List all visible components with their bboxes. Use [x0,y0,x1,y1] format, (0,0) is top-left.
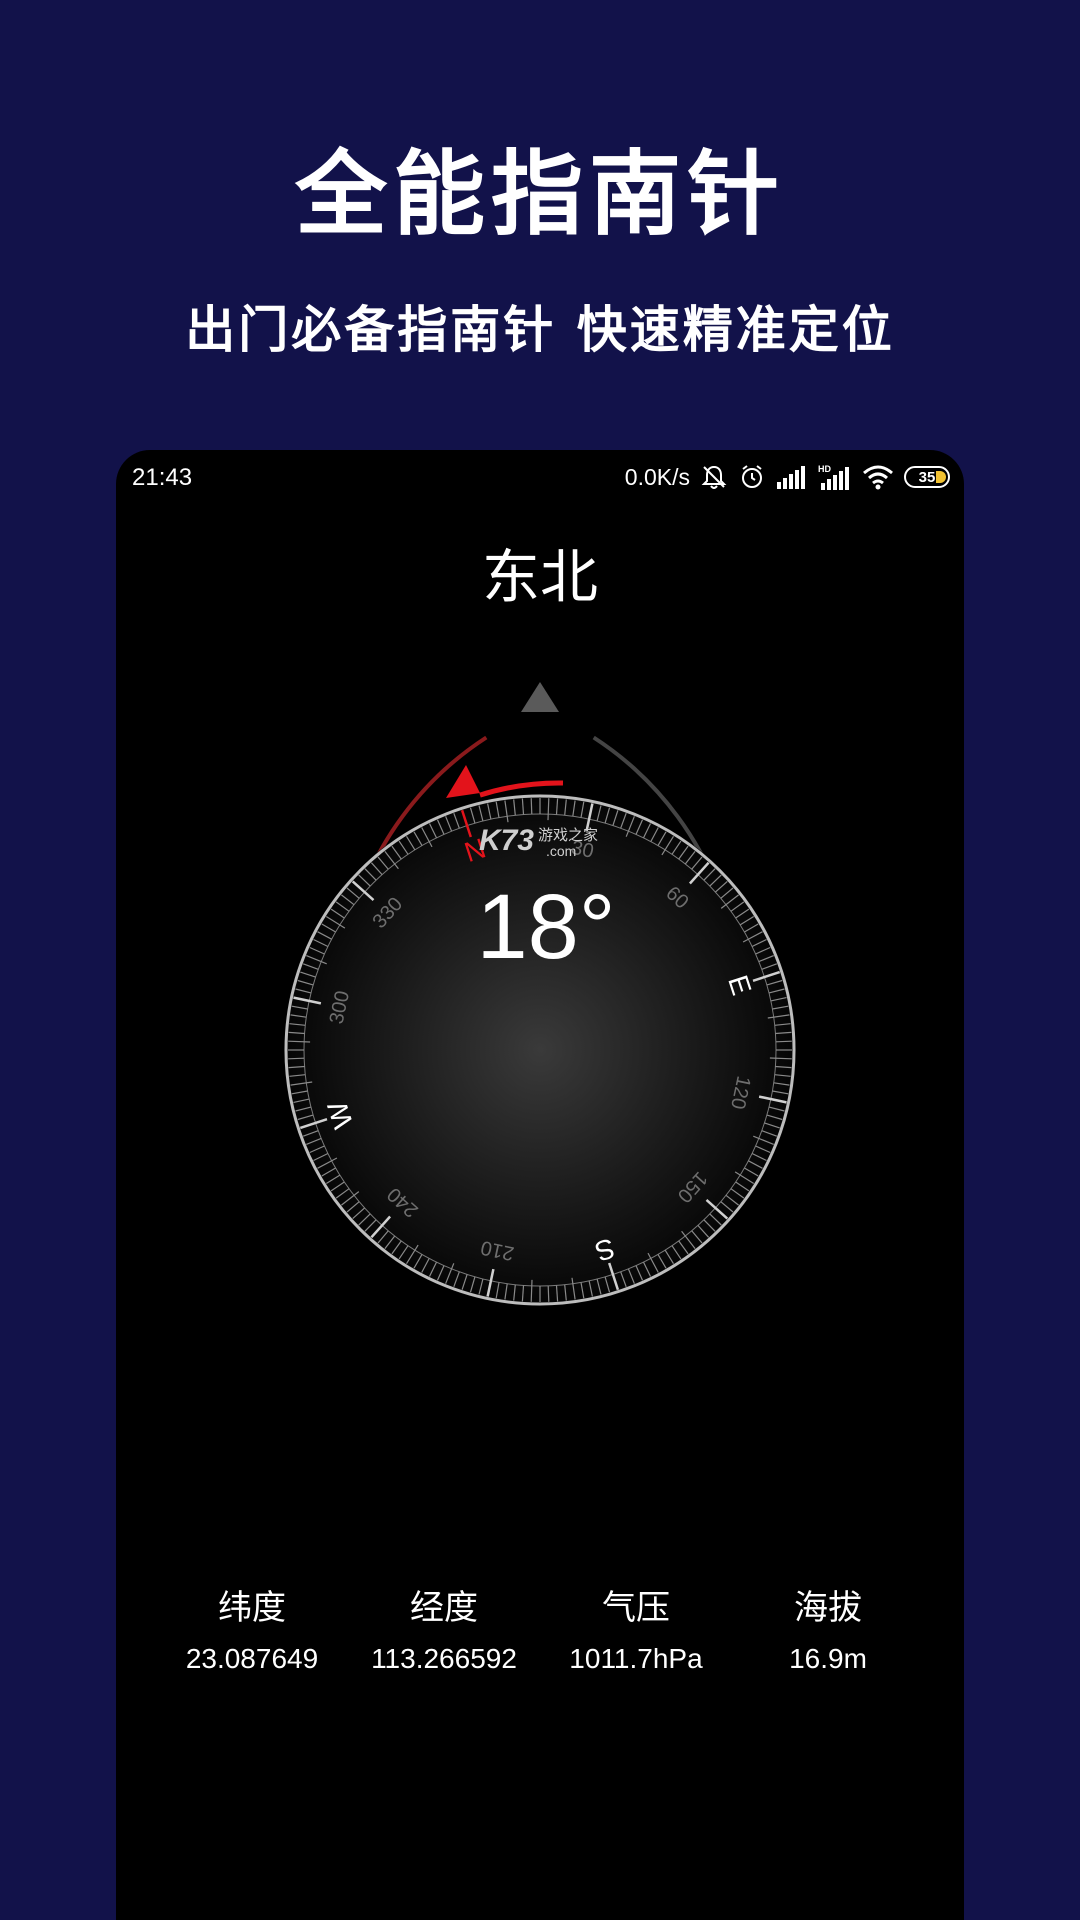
heading-value: 18° [476,876,615,978]
tick-mark [530,1279,533,1302]
tick-mark [769,1057,792,1060]
tick-mark [288,1057,305,1060]
tick-mark [547,1285,550,1302]
altitude-label: 海拔 [794,1588,862,1628]
heading-arc [479,780,564,798]
watermark-domain: .com [546,843,576,859]
stat-longitude: 经度 113.266592 [352,1580,536,1675]
sensor-stats: 纬度 23.087649 经度 113.266592 气压 1011.7hPa … [116,1580,964,1675]
longitude-value: 113.266592 [371,1643,517,1674]
top-pointer-icon [521,682,559,712]
longitude-label: 经度 [410,1588,478,1628]
watermark-logo: K73 [479,824,534,857]
latitude-label: 纬度 [218,1588,286,1628]
hd-signal-icon: HD [818,464,849,490]
stat-altitude: 海拔 16.9m [736,1580,920,1675]
stat-pressure: 气压 1011.7hPa [544,1580,728,1675]
phone-screen: 21:43 0.0K/s HD 35 东北 30 60 120 150 210 … [116,450,964,1920]
pressure-label: 气压 [602,1588,670,1628]
watermark-text: 游戏之家 [538,826,598,844]
altitude-value: 16.9m [789,1643,867,1674]
direction-label: 东北 [481,543,598,611]
status-time: 21:43 [132,464,193,491]
svg-text:HD: HD [818,464,831,474]
status-bar: 21:43 0.0K/s HD 35 [116,450,964,506]
tick-mark [530,798,533,815]
wifi-icon [863,465,893,490]
stat-latitude: 纬度 23.087649 [160,1580,344,1675]
alarm-icon [742,465,762,488]
battery-icon: 35 [904,466,950,488]
heading-marker-icon [446,765,480,798]
status-icons: 0.0K/s HD 35 [625,460,950,494]
tick-mark [775,1040,792,1043]
promo-subtitle: 出门必备指南针 快速精准定位 [185,301,895,359]
network-speed: 0.0K/s [624,463,690,490]
tick-mark [547,798,550,821]
battery-level: 35 [918,468,936,486]
tick-mark [288,1040,311,1043]
promo-title: 全能指南针 [294,141,785,248]
compass: 3060120150210240300330 NESW K73 游戏之家 .co… [284,682,796,1306]
latitude-value: 23.087649 [185,1643,319,1674]
pressure-value: 1011.7hPa [569,1643,703,1674]
mute-bell-icon [701,465,727,489]
signal-icon [777,466,805,489]
